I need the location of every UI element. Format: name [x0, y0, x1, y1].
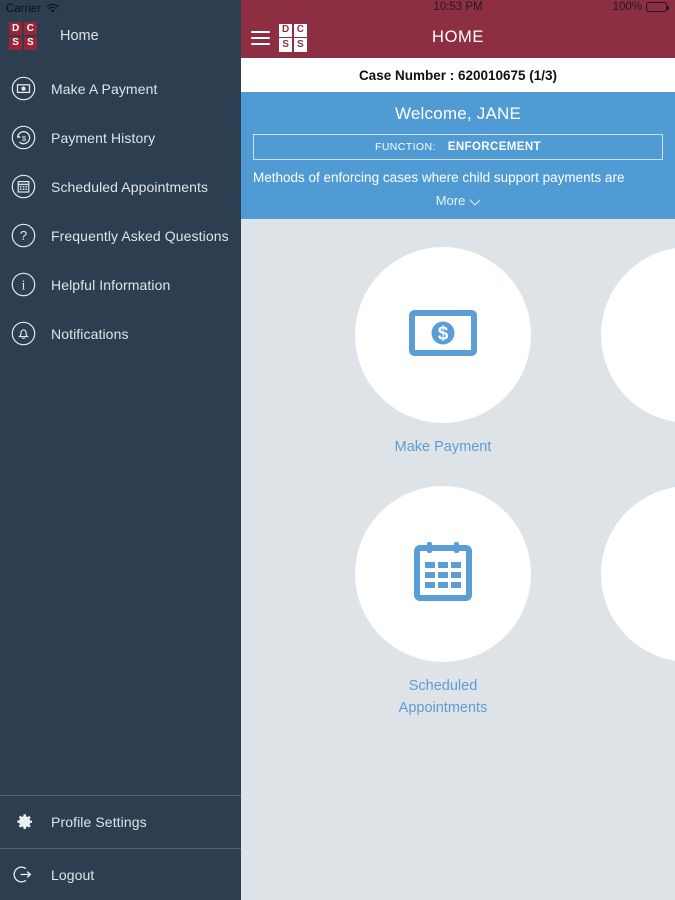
sidebar-item-helpful-information[interactable]: i Helpful Information [0, 260, 241, 309]
tile-label: Scheduled Appointments [355, 676, 531, 720]
sidebar-label: Scheduled Appointments [51, 178, 209, 195]
logo-letter-s2: S [23, 36, 37, 50]
logo-letter-d: D [279, 23, 293, 37]
sidebar: Carrier D C S S Home Make A Payment $ Pa… [0, 0, 241, 900]
tile-partial-right-bottom[interactable] [601, 485, 675, 720]
gear-icon [10, 809, 37, 836]
tile-circle: $ [355, 247, 531, 423]
tile-row: Scheduled Appointments [241, 485, 675, 720]
svg-text:$: $ [438, 323, 449, 344]
calendar-icon [413, 540, 473, 607]
sidebar-label: Frequently Asked Questions [51, 227, 229, 244]
tile-row: $ Make Payment [241, 247, 675, 459]
sidebar-item-profile-settings[interactable]: Profile Settings [0, 796, 241, 848]
sidebar-label: Make A Payment [51, 80, 158, 97]
tile-partial-right-top[interactable] [601, 247, 675, 459]
function-box: FUNCTION: ENFORCEMENT [253, 134, 663, 160]
status-time: 10:53 PM [433, 1, 483, 13]
sidebar-item-payment-history[interactable]: $ Payment History [0, 113, 241, 162]
battery-status: 100% [612, 1, 670, 13]
sidebar-item-notifications[interactable]: Notifications [0, 309, 241, 358]
question-circle-icon: ? [10, 222, 37, 249]
tile-circle [601, 247, 675, 423]
status-bar: 10:53 PM 100% [241, 0, 675, 17]
case-number-bar: Case Number : 620010675 (1/3) [241, 58, 675, 92]
screen: Carrier D C S S Home Make A Payment $ Pa… [0, 0, 675, 900]
sidebar-bottom: Profile Settings Logout [0, 795, 241, 900]
tile-grid: $ Make Payment Scheduled Appointments [241, 219, 675, 719]
logo-letter-c: C [23, 22, 37, 36]
function-label: FUNCTION: [375, 141, 436, 153]
logout-icon [10, 861, 37, 888]
welcome-description: Methods of enforcing cases where child s… [253, 170, 625, 185]
sidebar-item-faq[interactable]: ? Frequently Asked Questions [0, 211, 241, 260]
dcss-logo: D C S S [9, 22, 37, 50]
sidebar-item-logout[interactable]: Logout [0, 848, 241, 900]
sidebar-item-make-a-payment[interactable]: Make A Payment [0, 64, 241, 113]
battery-percent: 100% [612, 1, 642, 13]
more-button[interactable]: More [253, 191, 663, 213]
chevron-down-icon [471, 196, 480, 205]
bell-circle-icon [10, 320, 37, 347]
welcome-greeting: Welcome, JANE [394, 104, 522, 123]
sidebar-label: Helpful Information [51, 276, 171, 293]
money-bill-circle-icon [10, 75, 37, 102]
app-bar: D C S S HOME [241, 17, 675, 58]
carrier-status: Carrier [0, 0, 241, 16]
logo-letter-c: C [293, 23, 307, 37]
sidebar-label: Profile Settings [51, 814, 147, 830]
function-value: ENFORCEMENT [447, 141, 541, 153]
sidebar-item-scheduled-appointments[interactable]: Scheduled Appointments [0, 162, 241, 211]
case-number-text: Case Number : 620010675 (1/3) [358, 67, 558, 83]
dcss-logo-appbar: D C S S [279, 23, 307, 52]
app-pane: 10:53 PM 100% D C S S HOME Case Number :… [241, 0, 675, 900]
svg-text:?: ? [20, 228, 27, 243]
svg-text:$: $ [22, 134, 27, 143]
tile-circle [355, 485, 531, 662]
tile-label-line2: Appointments [398, 699, 488, 716]
sidebar-item-home-label: Home [60, 28, 99, 44]
money-bill-icon: $ [409, 309, 477, 361]
logo-letter-s2: S [293, 38, 307, 52]
more-label: More [435, 193, 466, 208]
sidebar-label: Payment History [51, 129, 156, 146]
tile-scheduled-appointments[interactable]: Scheduled Appointments [355, 485, 531, 720]
welcome-banner: Welcome, JANE FUNCTION: ENFORCEMENT Meth… [241, 92, 675, 219]
sidebar-label: Logout [51, 866, 95, 883]
carrier-label: Carrier [6, 2, 42, 15]
sidebar-label: Notifications [51, 325, 129, 342]
tile-circle [601, 485, 675, 662]
battery-full-icon [646, 2, 670, 12]
logo-letter-s1: S [279, 38, 293, 52]
svg-text:i: i [22, 277, 26, 292]
info-circle-icon: i [10, 271, 37, 298]
tile-label: Make Payment [394, 439, 492, 455]
payment-history-circle-icon: $ [10, 124, 37, 151]
sidebar-home-row[interactable]: D C S S Home [0, 16, 241, 56]
tile-label-line1: Scheduled [408, 677, 478, 694]
wifi-icon [46, 3, 59, 14]
calendar-circle-icon [10, 173, 37, 200]
tile-make-payment[interactable]: $ Make Payment [355, 247, 531, 459]
hamburger-menu-icon[interactable] [251, 30, 270, 45]
logo-letter-s1: S [9, 36, 23, 50]
logo-letter-d: D [9, 22, 23, 36]
sidebar-nav: Make A Payment $ Payment History Schedul… [0, 56, 241, 795]
